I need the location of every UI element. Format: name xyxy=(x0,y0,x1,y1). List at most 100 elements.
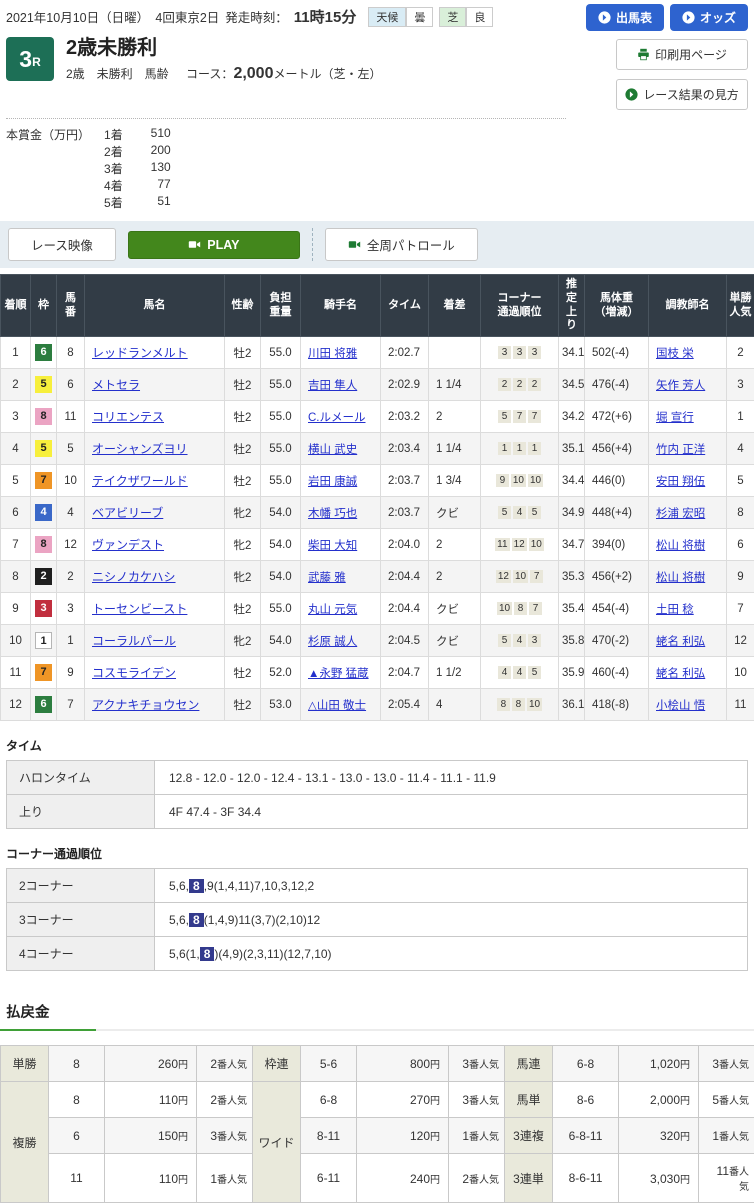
horse-name-link[interactable]: コスモライデン xyxy=(92,666,176,680)
jockey-name-link[interactable]: 柴田 大知 xyxy=(308,540,357,552)
payout-row: 6150円3番人気8-11120円1番人気3連複6-8-11320円1番人気 xyxy=(1,1118,754,1154)
corner-position-box: 3 xyxy=(528,346,541,359)
trainer-cell: 土田 稔 xyxy=(649,593,727,625)
race-video-button[interactable]: レース映像 xyxy=(8,228,116,261)
jockey-name-link[interactable]: 川田 将雅 xyxy=(308,348,357,360)
prize-amount: 130 xyxy=(141,160,171,177)
horse-name-link[interactable]: ヴァンデスト xyxy=(92,538,164,552)
corner-positions: 577 xyxy=(481,401,559,433)
horse-name-cell: レッドランメルト xyxy=(85,337,225,369)
corner-row-value: 5,6,8(1,4,9)11(3,7)(2,10)12 xyxy=(155,903,748,937)
jockey-cell: 吉田 隼人 xyxy=(301,369,381,401)
horse-name-link[interactable]: コリエンテス xyxy=(92,410,164,424)
column-header: 負担 重量 xyxy=(261,275,301,337)
entries-button[interactable]: 出馬表 xyxy=(586,4,664,31)
corner-position-box: 3 xyxy=(498,346,511,359)
patrol-video-button[interactable]: 全周パトロール xyxy=(325,228,478,261)
carried-weight: 55.0 xyxy=(261,401,301,433)
jockey-name-link[interactable]: 岩田 康誠 xyxy=(308,476,357,488)
sex-age: 牝2 xyxy=(225,497,261,529)
top-bar: 2021年10月10日（日曜） 4回東京2日 発走時刻： 11時15分 天候 曇… xyxy=(0,0,754,31)
jockey-name-link[interactable]: C.ルメール xyxy=(308,412,366,424)
horse-name-link[interactable]: アクナキチョウセン xyxy=(92,698,199,712)
play-button[interactable]: PLAY xyxy=(128,231,300,259)
corner-row-label: 4コーナー xyxy=(7,937,155,971)
finish-time: 2:02.7 xyxy=(381,337,429,369)
corner-position-box: 8 xyxy=(514,602,527,615)
horse-name-link[interactable]: テイクザワールド xyxy=(92,474,188,488)
trainer-name-link[interactable]: 安田 翔伍 xyxy=(656,476,705,488)
last-3f: 34.5 xyxy=(559,369,585,401)
prize-place: 2着 xyxy=(104,143,123,160)
finish-position: 10 xyxy=(1,625,31,657)
trainer-name-link[interactable]: 蛯名 利弘 xyxy=(656,636,705,648)
corner-position-box: 10 xyxy=(528,474,543,487)
prize-item: 1着510 xyxy=(104,126,197,143)
win-popularity: 12 xyxy=(727,625,754,657)
results-guide-button[interactable]: レース結果の見方 xyxy=(616,79,748,110)
table-row: 168レッドランメルト牡255.0川田 将雅2:02.733334.1502(-… xyxy=(1,337,754,369)
horse-name-link[interactable]: コーラルパール xyxy=(92,634,176,648)
odds-button[interactable]: オッズ xyxy=(670,4,748,31)
trainer-cell: 蛯名 利弘 xyxy=(649,625,727,657)
trainer-name-link[interactable]: 小桧山 悟 xyxy=(656,700,705,712)
horse-number: 10 xyxy=(57,465,85,497)
trainer-name-link[interactable]: 矢作 芳人 xyxy=(656,380,705,392)
table-row: 5710テイクザワールド牡255.0岩田 康誠2:03.71 3/4910103… xyxy=(1,465,754,497)
finish-time: 2:04.5 xyxy=(381,625,429,657)
trainer-name-link[interactable]: 堀 宣行 xyxy=(656,412,694,424)
payout-amount: 110円 xyxy=(105,1082,197,1118)
trainer-name-link[interactable]: 杉浦 宏昭 xyxy=(656,508,705,520)
race-info: 3R 2歳未勝利 2歳 未勝利 馬齢 コース：2,000メートル（芝・左） xyxy=(6,37,382,110)
corner-position-box: 4 xyxy=(513,634,526,647)
horse-name-link[interactable]: ニシノカケハシ xyxy=(92,570,176,584)
jockey-name-link[interactable]: 横山 武史 xyxy=(308,444,357,456)
yen-suffix: 円 xyxy=(680,1060,690,1071)
table-row: 933トーセンビースト牡255.0丸山 元気2:04.4クビ108735.445… xyxy=(1,593,754,625)
jockey-name-link[interactable]: 吉田 隼人 xyxy=(308,380,357,392)
horse-name-link[interactable]: メトセラ xyxy=(92,378,140,392)
horse-name-link[interactable]: レッドランメルト xyxy=(92,346,188,360)
trainer-name-link[interactable]: 竹内 正洋 xyxy=(656,444,705,456)
results-table: 着順枠馬 番馬名性齢負担 重量騎手名タイム着差コーナー 通過順位推 定 上 り馬… xyxy=(0,274,754,721)
trainer-name-link[interactable]: 土田 稔 xyxy=(656,604,694,616)
horse-name-link[interactable]: ベアビリーブ xyxy=(92,506,163,520)
horse-name-link[interactable]: トーセンビースト xyxy=(92,602,187,616)
jockey-name-link[interactable]: 木幡 巧也 xyxy=(308,508,357,520)
corner-position-box: 5 xyxy=(528,666,541,679)
horse-name-link[interactable]: オーシャンズヨリ xyxy=(92,442,188,456)
yen-suffix: 円 xyxy=(178,1096,188,1107)
finish-position: 11 xyxy=(1,657,31,689)
frame-cell: 1 xyxy=(31,625,57,657)
jockey-name-link[interactable]: 杉原 誠人 xyxy=(308,636,357,648)
frame-number-badge: 8 xyxy=(35,408,52,425)
trainer-name-link[interactable]: 蛯名 利弘 xyxy=(656,668,705,680)
print-page-button[interactable]: 印刷用ページ xyxy=(616,39,748,70)
trainer-name-link[interactable]: 松山 将樹 xyxy=(656,572,705,584)
horse-number: 2 xyxy=(57,561,85,593)
bet-type-label: 馬連 xyxy=(505,1046,553,1082)
trainer-name-link[interactable]: 国枝 栄 xyxy=(656,348,694,360)
trainer-cell: 蛯名 利弘 xyxy=(649,657,727,689)
finish-position: 8 xyxy=(1,561,31,593)
finish-position: 9 xyxy=(1,593,31,625)
trainer-name-link[interactable]: 松山 将樹 xyxy=(656,540,705,552)
payout-row: 単勝8260円2番人気枠連5-6800円3番人気馬連6-81,020円3番人気 xyxy=(1,1046,754,1082)
jockey-name-link[interactable]: 武藤 雅 xyxy=(308,572,346,584)
horse-weight: 394(0) xyxy=(585,529,649,561)
last-3f: 36.1 xyxy=(559,689,585,721)
corner-positions: 12107 xyxy=(481,561,559,593)
corner-section-title: コーナー通過順位 xyxy=(6,845,748,862)
payout-amount: 2,000円 xyxy=(619,1082,699,1118)
jockey-name-link[interactable]: ▲永野 猛蔵 xyxy=(308,668,369,680)
jockey-name-link[interactable]: 丸山 元気 xyxy=(308,604,357,616)
trainer-cell: 竹内 正洋 xyxy=(649,433,727,465)
corner-position-box: 5 xyxy=(498,410,511,423)
jockey-name-link[interactable]: △山田 敬士 xyxy=(308,700,366,712)
payout-popularity: 3番人気 xyxy=(197,1118,253,1154)
carried-weight: 55.0 xyxy=(261,465,301,497)
corner-position-box: 2 xyxy=(513,378,526,391)
payout-amount: 320円 xyxy=(619,1118,699,1154)
carried-weight: 54.0 xyxy=(261,561,301,593)
yen-suffix: 円 xyxy=(680,1132,690,1143)
